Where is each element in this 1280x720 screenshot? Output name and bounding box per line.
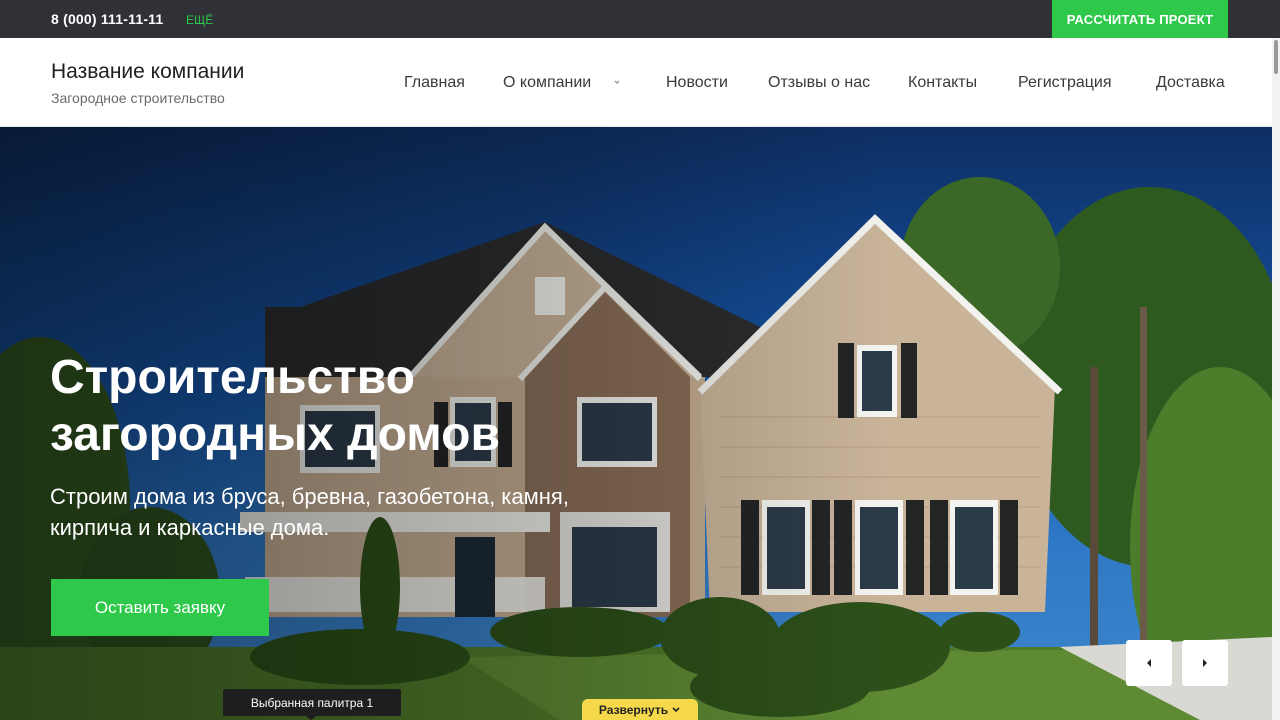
page-scrollbar[interactable] bbox=[1272, 38, 1280, 720]
nav-item-news[interactable]: Новости bbox=[666, 74, 728, 92]
company-tagline: Загородное строительство bbox=[51, 90, 225, 106]
chevron-down-icon bbox=[672, 706, 680, 712]
palette-tooltip[interactable]: Выбранная палитра 1 bbox=[223, 689, 401, 716]
scrollbar-thumb[interactable] bbox=[1274, 40, 1278, 74]
nav-item-reviews[interactable]: Отзывы о нас bbox=[768, 74, 870, 92]
chevron-left-icon bbox=[1147, 659, 1151, 667]
hero-subtitle: Строим дома из бруса, бревна, газобетона… bbox=[50, 484, 569, 540]
phone-number[interactable]: 8 (000) 111-11-11 bbox=[51, 11, 163, 27]
company-name[interactable]: Название компании bbox=[51, 60, 244, 84]
expand-label: Развернуть bbox=[598, 702, 669, 717]
leave-request-button[interactable]: Оставить заявку bbox=[51, 579, 269, 636]
tooltip-arrow bbox=[306, 716, 316, 720]
slider-next-button[interactable] bbox=[1182, 640, 1228, 686]
top-bar: 8 (000) 111-11-11 ЕЩЁ РАССЧИТАТЬ ПРОЕКТ bbox=[0, 0, 1280, 38]
nav-item-about[interactable]: О компании bbox=[503, 74, 591, 92]
expand-panel-button[interactable]: Развернуть bbox=[582, 699, 698, 720]
hero-slider: Строительство загородных домов Строим до… bbox=[0, 127, 1272, 720]
caret-down-icon[interactable] bbox=[613, 78, 621, 86]
calculate-project-button[interactable]: РАССЧИТАТЬ ПРОЕКТ bbox=[1052, 0, 1228, 38]
nav-item-contacts[interactable]: Контакты bbox=[908, 74, 977, 92]
chevron-right-icon bbox=[1203, 659, 1207, 667]
hero-title: Строительство загородных домов bbox=[50, 351, 500, 461]
nav-item-home[interactable]: Главная bbox=[404, 74, 465, 92]
more-link[interactable]: ЕЩЁ bbox=[186, 13, 213, 27]
nav-item-delivery[interactable]: Доставка bbox=[1156, 74, 1225, 92]
nav-item-registration[interactable]: Регистрация bbox=[1018, 74, 1112, 92]
slider-prev-button[interactable] bbox=[1126, 640, 1172, 686]
site-header: Название компании Загородное строительст… bbox=[0, 38, 1272, 127]
